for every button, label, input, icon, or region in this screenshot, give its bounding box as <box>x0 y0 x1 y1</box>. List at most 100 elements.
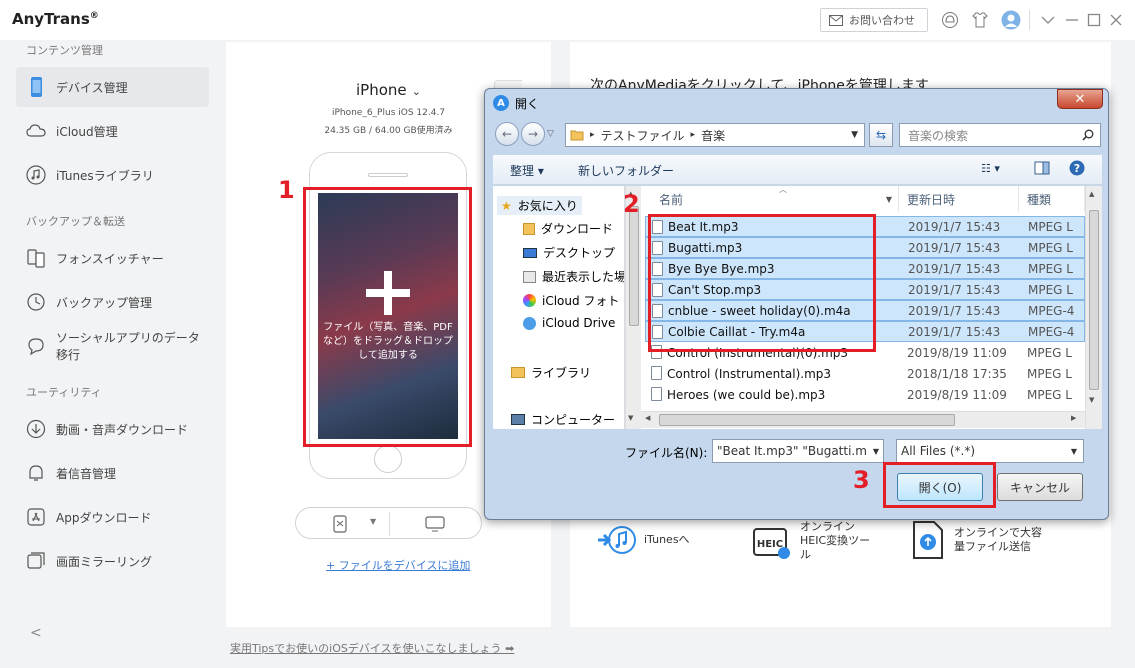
file-date: 2019/1/7 15:43 <box>908 219 1001 234</box>
file-date: 2019/1/7 15:43 <box>908 261 1001 276</box>
sidebar-item-download[interactable]: 動画・音声ダウンロード <box>16 409 209 449</box>
nav-computer[interactable]: コンピューター <box>511 411 615 428</box>
column-name[interactable]: 名前 ︿ ▼ <box>641 186 899 212</box>
file-list-scrollbar[interactable]: ▲ ▼ <box>1085 186 1102 429</box>
nav-label: iCloud Drive <box>542 316 616 330</box>
search-input[interactable]: 音楽の検索 <box>899 123 1101 147</box>
sidebar-item-backup[interactable]: バックアップ管理 <box>16 282 209 322</box>
history-nav: ← → ▽ <box>495 122 554 146</box>
address-dropdown-icon[interactable]: ▼ <box>851 130 858 140</box>
sidebar-item-social[interactable]: ソーシャルアプリのデータ移行 <box>16 326 209 366</box>
help-button[interactable]: ? <box>1069 160 1085 179</box>
menu-chevron-icon[interactable] <box>1038 10 1058 30</box>
refresh-button[interactable]: ⇆ <box>869 123 893 147</box>
tips-link[interactable]: 実用Tipsでお使いのiOSデバイスを使いこなしましょう ➡ <box>230 640 514 656</box>
step-2-label: 2 <box>623 190 640 218</box>
itunes-transfer-action[interactable]: iTunesへ <box>596 520 690 560</box>
path-segment[interactable]: 音楽 <box>701 127 725 144</box>
tools-dropdown-icon[interactable]: ▼ <box>370 517 376 526</box>
column-filter-icon[interactable]: ▼ <box>886 195 892 204</box>
file-type: MPEG L <box>1028 282 1073 297</box>
sidebar-item-ringtone[interactable]: 着信音管理 <box>16 453 209 493</box>
sidebar-item-app-download[interactable]: Appダウンロード <box>16 497 209 537</box>
heic-action[interactable]: HEIC オンラインHEIC変換ツール <box>750 520 880 562</box>
computer-icon <box>511 414 525 425</box>
sidebar-item-label: 動画・音声ダウンロード <box>56 422 189 437</box>
nav-icloud-drive[interactable]: iCloud Drive <box>523 316 615 330</box>
sidebar-item-device[interactable]: デバイス管理 <box>16 67 209 107</box>
skin-icon[interactable] <box>970 10 990 30</box>
nav-favorites[interactable]: ★ お気に入り <box>497 196 582 215</box>
itunes-transfer-icon <box>598 526 636 554</box>
navigation-pane: ★ お気に入り ダウンロード デスクトップ 最近表示した場 iCloud フォト … <box>493 186 625 429</box>
sidebar-item-label: 画面ミラーリング <box>56 554 153 569</box>
preview-pane-button[interactable] <box>1034 161 1050 178</box>
history-dropdown-icon[interactable]: ▽ <box>547 122 554 146</box>
chevron-down-icon: ⌄ <box>411 85 421 98</box>
icloud-photo-icon <box>523 294 536 307</box>
column-label: 種類 <box>1027 192 1052 207</box>
filename-value: "Beat It.mp3" "Bugatti.m <box>717 444 867 458</box>
nav-scrollbar[interactable]: ▲ ▼ <box>625 186 641 429</box>
nav-label: コンピューター <box>531 413 616 427</box>
view-options-icon[interactable]: ☷ ▾ <box>981 162 1000 175</box>
path-segment[interactable]: テストファイル <box>601 127 685 144</box>
section-utility: ユーティリティ <box>26 386 102 399</box>
filetype-dropdown-icon[interactable]: ▼ <box>1071 447 1077 456</box>
back-button[interactable]: ← <box>495 122 519 146</box>
nav-label: ダウンロード <box>541 222 614 236</box>
sidebar-item-icloud[interactable]: iCloud管理 <box>16 111 209 151</box>
nav-label: iCloud フォト <box>542 294 620 308</box>
icloud-drive-icon <box>523 316 536 330</box>
nav-label: ライブラリ <box>531 366 592 380</box>
file-list-hscrollbar[interactable]: ◀ ▶ <box>641 411 1085 428</box>
close-icon[interactable] <box>1106 10 1126 30</box>
cancel-button[interactable]: キャンセル <box>997 473 1083 501</box>
sidebar-item-mirroring[interactable]: 画面ミラーリング <box>16 541 209 581</box>
organize-button[interactable]: 整理 ▾ <box>510 162 544 179</box>
dialog-close-button[interactable]: ✕ <box>1057 89 1103 109</box>
action-label: オンラインで大容量ファイル送信 <box>954 526 1042 553</box>
file-row[interactable]: Heroes (we could be).mp3 2019/8/19 11:09 M… <box>645 384 1085 405</box>
file-row[interactable]: Control (Instrumental).mp3 2018/1/18 17:3… <box>645 363 1085 384</box>
mirror-button[interactable] <box>425 516 445 536</box>
screen-icon <box>425 516 445 532</box>
avatar[interactable] <box>1001 10 1021 30</box>
history-icon <box>27 293 45 311</box>
filename-label: ファイル名(N): <box>625 446 708 460</box>
file-type: MPEG-4 <box>1028 324 1075 339</box>
nav-downloads[interactable]: ダウンロード <box>523 220 613 237</box>
screenshot-button[interactable] <box>332 515 348 537</box>
nav-recent[interactable]: 最近表示した場 <box>523 268 624 285</box>
contact-button[interactable]: お問い合わせ <box>820 8 928 32</box>
filename-dropdown-icon[interactable]: ▼ <box>873 447 879 456</box>
nav-libraries[interactable]: ライブラリ <box>511 364 591 381</box>
address-bar[interactable]: ▸ テストファイル ▸ 音楽 ▼ <box>565 123 865 147</box>
new-folder-button[interactable]: 新しいフォルダー <box>578 162 674 179</box>
step-2-highlight <box>648 214 876 352</box>
nav-icloud-photos[interactable]: iCloud フォト <box>523 292 619 309</box>
forward-button[interactable]: → <box>521 122 545 146</box>
add-files-link[interactable]: + ファイルをデバイスに追加 <box>326 557 470 573</box>
filename-input[interactable]: "Beat It.mp3" "Bugatti.m ▼ <box>712 439 884 463</box>
upload-action[interactable]: オンラインで大容量ファイル送信 <box>910 520 1050 560</box>
nav-label: デスクトップ <box>543 246 616 260</box>
sidebar-item-itunes[interactable]: iTunesライブラリ <box>16 155 209 195</box>
notification-icon[interactable] <box>940 10 960 30</box>
filetype-select[interactable]: All Files (*.*) ▼ <box>896 439 1084 463</box>
dialog-title: 開く <box>515 97 540 111</box>
sidebar-item-phone-switcher[interactable]: フォンスイッチャー <box>16 238 209 278</box>
section-backup: バックアップ＆転送 <box>26 215 125 228</box>
minimize-icon[interactable] <box>1062 10 1082 30</box>
file-name: Heroes (we could be).mp3 <box>667 387 826 402</box>
column-type[interactable]: 種類 <box>1019 186 1085 212</box>
collapse-sidebar-button[interactable]: < <box>30 625 42 641</box>
device-tools: ▼ <box>295 507 482 539</box>
maximize-icon[interactable] <box>1084 10 1104 30</box>
sort-asc-icon: ︿ <box>779 186 787 194</box>
download-icon <box>26 419 46 439</box>
column-date[interactable]: 更新日時 <box>899 186 1019 212</box>
desktop-icon <box>523 247 537 258</box>
preview-pane-icon <box>1034 161 1050 175</box>
nav-desktop[interactable]: デスクトップ <box>523 244 615 261</box>
